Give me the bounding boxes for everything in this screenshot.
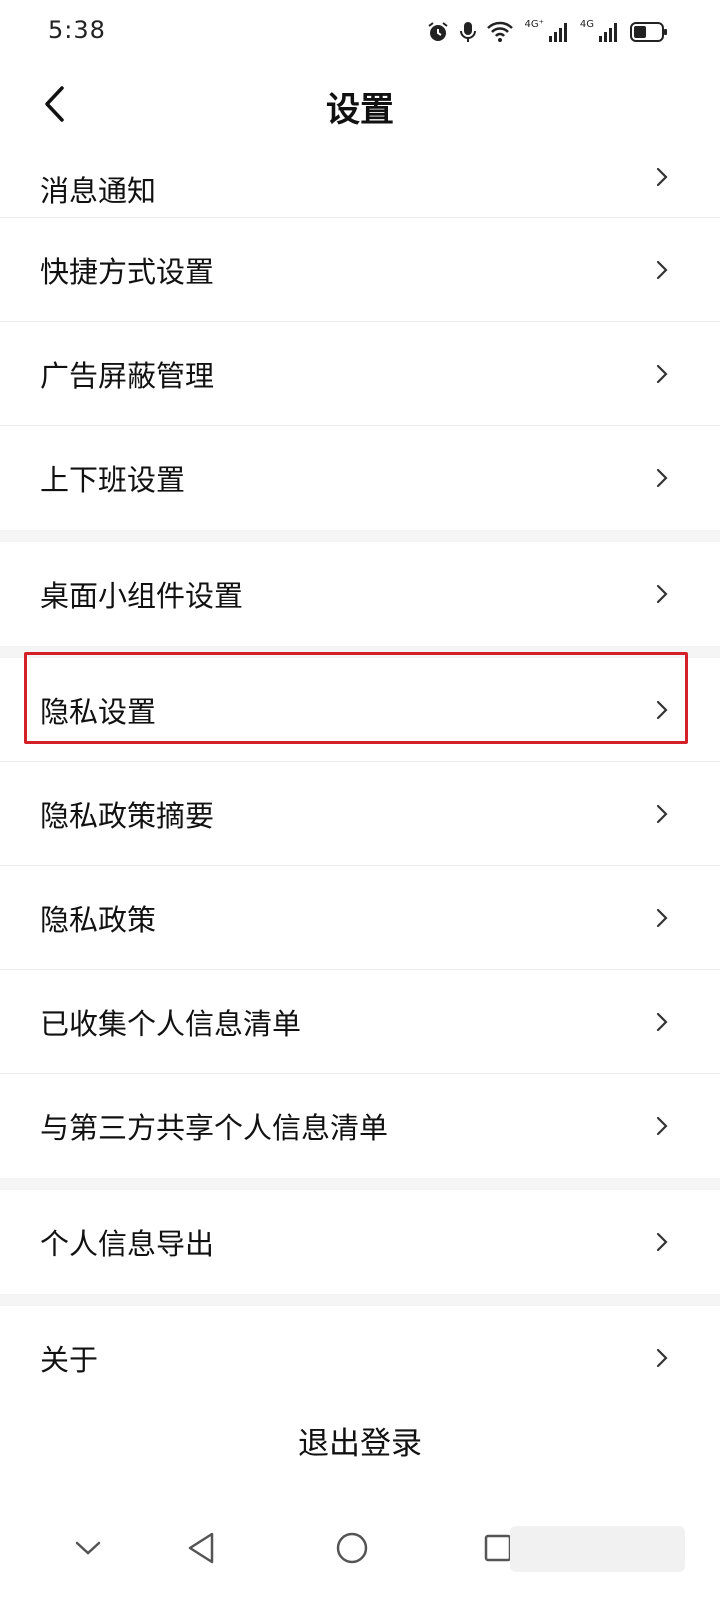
settings-item-privacy-settings[interactable]: 隐私设置 <box>0 658 720 762</box>
collapse-icon <box>75 1541 101 1555</box>
back-triangle-icon <box>188 1532 214 1564</box>
settings-item-shortcuts[interactable]: 快捷方式设置 <box>0 218 720 322</box>
alarm-icon <box>426 20 450 44</box>
blurred-watermark <box>510 1526 685 1572</box>
settings-item-label: 已收集个人信息清单 <box>40 1007 302 1041</box>
chevron-right-icon <box>656 1348 668 1368</box>
chevron-right-icon <box>656 468 668 488</box>
section-gap <box>0 646 720 658</box>
settings-item-label: 隐私设置 <box>40 695 157 729</box>
settings-item-privacy-policy[interactable]: 隐私政策 <box>0 866 720 970</box>
settings-item-commute[interactable]: 上下班设置 <box>0 426 720 530</box>
settings-item-label: 与第三方共享个人信息清单 <box>40 1111 389 1145</box>
settings-item-widgets[interactable]: 桌面小组件设置 <box>0 542 720 646</box>
settings-item-label: 关于 <box>40 1343 99 1377</box>
chevron-right-icon <box>656 908 668 928</box>
settings-item-label: 上下班设置 <box>40 463 186 497</box>
network-label-1: 4G⁺ <box>524 18 544 30</box>
home-circle-icon <box>336 1532 368 1564</box>
section-gap <box>0 1294 720 1306</box>
settings-item-label: 消息通知 <box>40 174 157 208</box>
section-gap <box>0 530 720 542</box>
network-label-2: 4G <box>579 18 594 30</box>
status-icons: 4G⁺ 4G <box>426 18 668 46</box>
mic-icon <box>460 20 477 44</box>
chevron-right-icon <box>656 364 668 384</box>
chevron-right-icon <box>656 167 668 187</box>
chevron-right-icon <box>656 1012 668 1032</box>
settings-item-notifications[interactable]: 消息通知 <box>0 144 720 218</box>
status-bar: 5:38 4G⁺ 4G <box>0 0 720 64</box>
settings-item-privacy-summary[interactable]: 隐私政策摘要 <box>0 762 720 866</box>
settings-item-label: 隐私政策摘要 <box>40 799 215 833</box>
section-gap <box>0 1178 720 1190</box>
settings-item-third-party-sharing[interactable]: 与第三方共享个人信息清单 <box>0 1074 720 1178</box>
battery-icon <box>630 21 668 43</box>
settings-item-export-info[interactable]: 个人信息导出 <box>0 1190 720 1294</box>
nav-home-button[interactable] <box>322 1518 382 1578</box>
nav-back-button[interactable] <box>172 1518 232 1578</box>
settings-item-label: 隐私政策 <box>40 903 157 937</box>
signal-icon <box>598 21 620 43</box>
logout-button[interactable]: 退出登录 <box>0 1398 720 1482</box>
settings-item-label: 广告屏蔽管理 <box>40 359 215 393</box>
chevron-right-icon <box>656 1232 668 1252</box>
header: 设置 <box>0 64 720 144</box>
settings-item-label: 桌面小组件设置 <box>40 579 244 613</box>
recents-square-icon <box>484 1534 512 1562</box>
settings-item-label: 个人信息导出 <box>40 1227 215 1261</box>
system-nav-bar <box>0 1500 720 1600</box>
chevron-right-icon <box>656 584 668 604</box>
settings-item-ad-blocking[interactable]: 广告屏蔽管理 <box>0 322 720 426</box>
settings-item-collected-info[interactable]: 已收集个人信息清单 <box>0 970 720 1074</box>
settings-list: 消息通知 快捷方式设置 广告屏蔽管理 上下班设置 桌面小组件设置 隐私设置 隐私… <box>0 144 720 1410</box>
chevron-right-icon <box>656 700 668 720</box>
chevron-right-icon <box>656 260 668 280</box>
chevron-right-icon <box>656 804 668 824</box>
collapse-button[interactable] <box>58 1518 118 1578</box>
logout-label: 退出登录 <box>298 1425 422 1462</box>
wifi-icon <box>486 21 514 43</box>
settings-item-label: 快捷方式设置 <box>40 255 215 289</box>
page-title: 设置 <box>326 90 394 130</box>
settings-item-about[interactable]: 关于 <box>0 1306 720 1410</box>
chevron-right-icon <box>656 1116 668 1136</box>
signal-icon <box>548 21 570 43</box>
status-time: 5:38 <box>48 16 106 44</box>
